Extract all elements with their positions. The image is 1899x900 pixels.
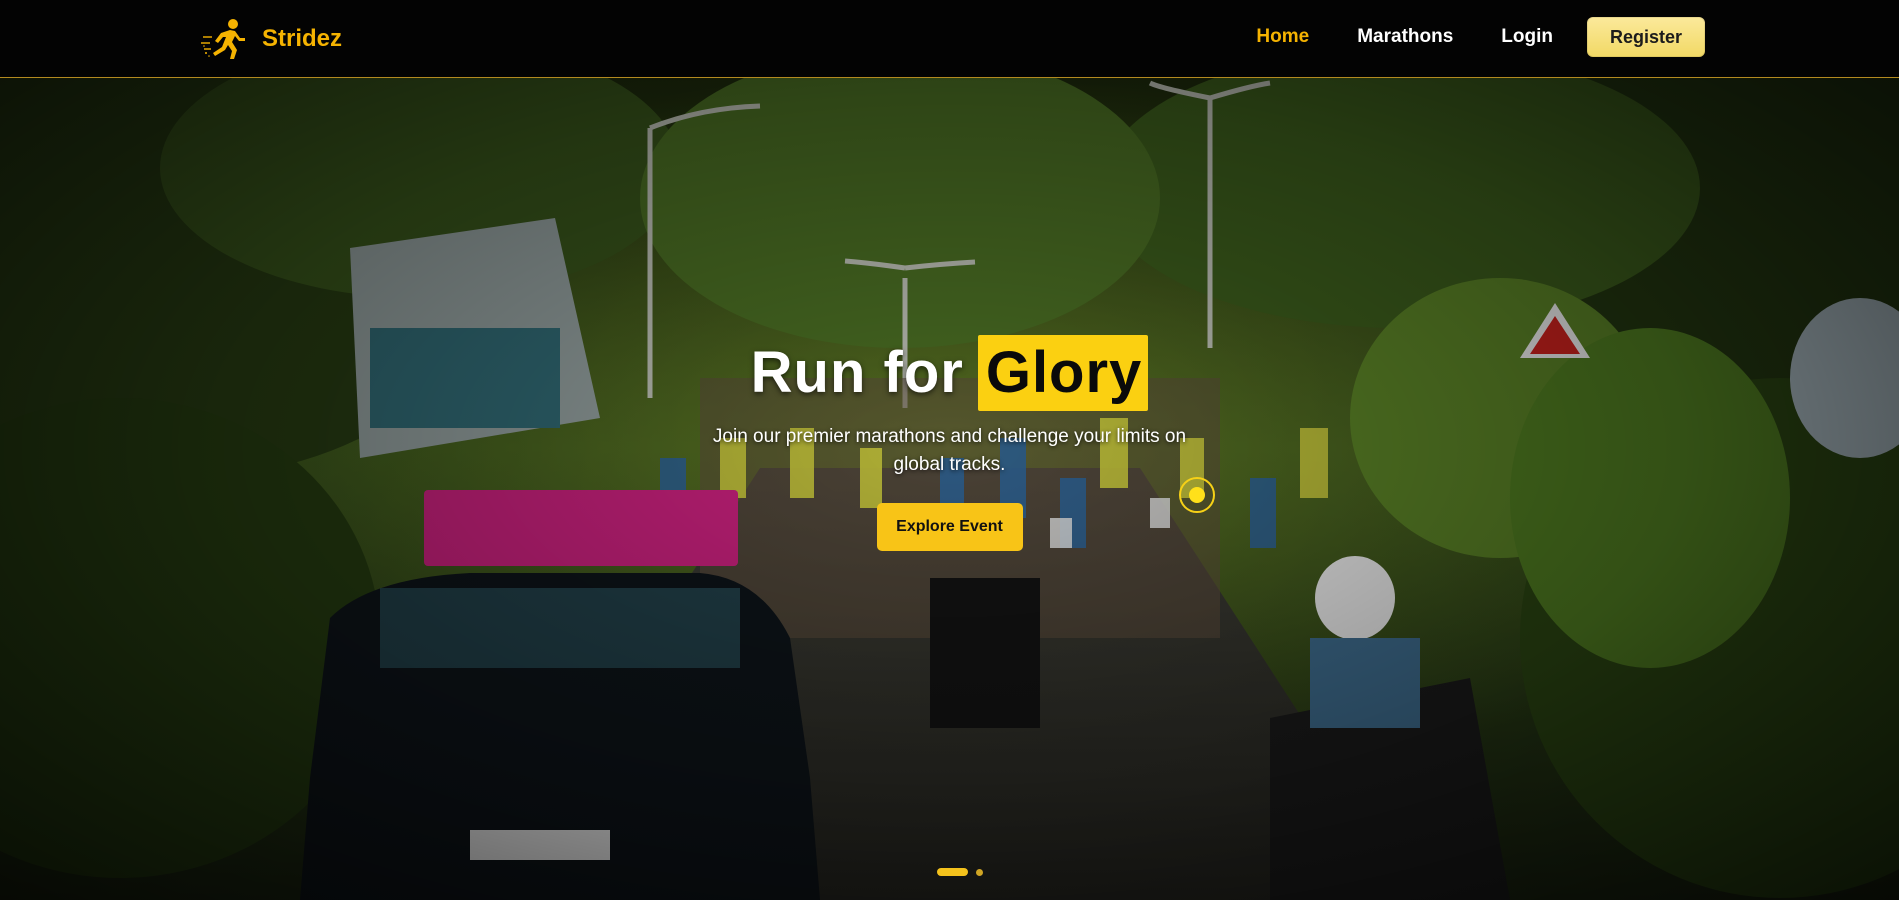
cursor-dot-icon [1189, 487, 1205, 503]
nav-link-marathons[interactable]: Marathons [1357, 26, 1453, 48]
nav-link-login[interactable]: Login [1501, 26, 1553, 48]
brand-link[interactable]: Stridez [200, 17, 342, 61]
runner-icon [201, 19, 245, 59]
hero-subtitle: Join our premier marathons and challenge… [712, 426, 1187, 475]
nav-link-home[interactable]: Home [1256, 26, 1309, 48]
brand-name: Stridez [262, 25, 343, 52]
hero-title-highlight: Glory [977, 335, 1149, 411]
explore-event-button[interactable]: Explore Event [876, 503, 1023, 551]
register-button[interactable]: Register [1587, 17, 1705, 57]
navbar: Stridez Home Marathons Login Register [0, 0, 1899, 78]
carousel-pagination [937, 866, 983, 878]
carousel-dot-1[interactable] [937, 868, 968, 876]
hero-title: Run for Glory [751, 335, 1149, 411]
hero-banner: Run for Glory Join our premier marathons … [0, 78, 1899, 900]
nav-links: Home Marathons Login Register [1256, 17, 1705, 57]
hero-content: Run for Glory Join our premier marathons … [0, 335, 1899, 551]
custom-cursor-icon [1179, 477, 1215, 513]
hero-title-prefix: Run for [750, 340, 964, 405]
carousel-dot-2[interactable] [976, 868, 983, 876]
page: Stridez Home Marathons Login Register Ru… [0, 0, 1899, 900]
